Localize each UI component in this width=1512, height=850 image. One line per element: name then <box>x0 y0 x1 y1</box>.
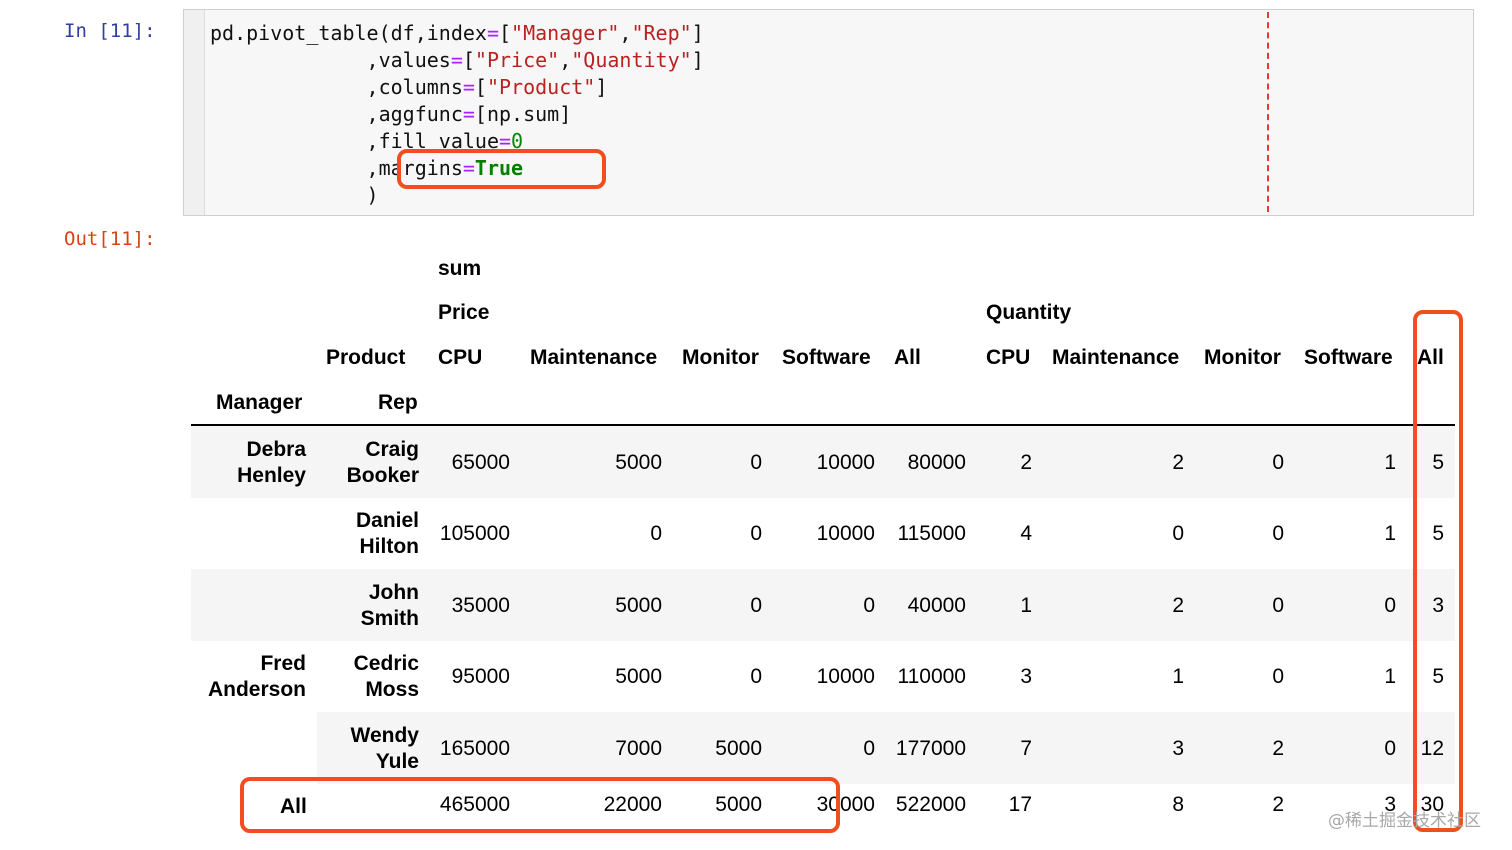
code-token: ) <box>210 183 379 207</box>
column-header: CPU <box>986 346 1031 369</box>
column-header: Software <box>1304 346 1393 369</box>
column-header: Software <box>782 346 871 369</box>
header-manager: Manager <box>216 391 303 414</box>
code-token: "Rep" <box>631 21 692 45</box>
table-cell: 4 <box>1020 522 1032 545</box>
code-token: ] <box>691 21 704 45</box>
column-header: Maintenance <box>530 346 658 369</box>
table-cell: 3 <box>1020 665 1032 688</box>
code-line-3: ,columns=["Product"] <box>210 74 608 100</box>
all-row-highlight-box <box>240 777 840 833</box>
code-token: ,aggfunc <box>210 102 463 126</box>
code-token: "Manager" <box>511 21 620 45</box>
header-product: Product <box>326 346 406 369</box>
code-token: ] <box>595 75 608 99</box>
table-cell: 7 <box>1020 737 1032 760</box>
row-manager: Debra <box>246 438 306 461</box>
code-token: , <box>559 48 572 72</box>
header-price: Price <box>438 301 490 324</box>
watermark: @稀土掘金技术社区 <box>1328 811 1481 831</box>
code-token: "Price" <box>474 48 560 72</box>
code-token: = <box>462 102 475 126</box>
out-prompt: Out[11]: <box>64 228 156 250</box>
all-column-highlight-box <box>1413 310 1463 832</box>
code-token: ] <box>691 48 704 72</box>
code-token: , <box>619 21 632 45</box>
column-header: Monitor <box>682 346 759 369</box>
code-token: [np.sum] <box>474 102 572 126</box>
row-manager: Henley <box>237 464 306 487</box>
header-quantity: Quantity <box>986 301 1072 324</box>
code-token: = <box>486 21 499 45</box>
code-token: = <box>462 75 475 99</box>
header-rule <box>191 424 1455 426</box>
table-cell: 95000 <box>451 665 510 688</box>
code-token: [ <box>462 48 475 72</box>
code-line-2: ,values=["Price","Quantity"] <box>210 47 704 73</box>
code-token: = <box>450 48 463 72</box>
header-sum: sum <box>438 257 482 280</box>
code-token: pd.pivot_table(df,index <box>210 21 487 45</box>
table-cell: 1 <box>1020 594 1032 617</box>
column-header: All <box>894 346 921 369</box>
line-length-ruler <box>1267 12 1269 212</box>
table-cell: 17 <box>1008 793 1032 816</box>
table-cell: 35000 <box>451 594 510 617</box>
header-rep: Rep <box>378 391 418 414</box>
row-manager: Anderson <box>207 678 306 701</box>
in-prompt: In [11]: <box>64 20 156 42</box>
column-header: CPU <box>438 346 483 369</box>
code-token: ,columns <box>210 75 463 99</box>
code-token: "Product" <box>486 75 596 99</box>
code-token: ,values <box>210 48 451 72</box>
column-header: Monitor <box>1204 346 1281 369</box>
row-manager: Fred <box>260 652 306 675</box>
code-token: [ <box>474 75 487 99</box>
code-line-1: pd.pivot_table(df,index=["Manager","Rep"… <box>210 20 704 46</box>
column-header: Maintenance <box>1052 346 1180 369</box>
table-cell: 165000 <box>439 737 510 760</box>
code-token: [ <box>499 21 512 45</box>
table-cell: 65000 <box>451 451 510 474</box>
code-token: "Quantity" <box>571 48 692 72</box>
table-cell: 105000 <box>439 522 510 545</box>
code-gutter <box>184 10 205 215</box>
margins-highlight-box <box>397 149 606 189</box>
code-line-7: ) <box>210 182 379 208</box>
code-line-4: ,aggfunc=[np.sum] <box>210 101 572 127</box>
table-cell: 2 <box>1020 451 1032 474</box>
